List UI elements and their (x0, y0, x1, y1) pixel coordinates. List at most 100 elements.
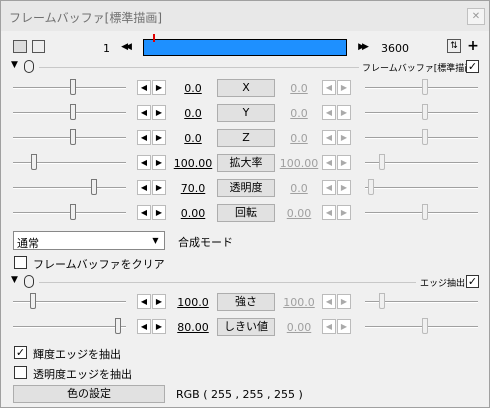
luma-edge-checkbox[interactable]: ✓ (14, 346, 27, 359)
left-slider-thumb[interactable] (31, 154, 37, 170)
increment-button[interactable]: ▶ (152, 105, 166, 120)
left-slider-thumb[interactable] (30, 293, 36, 309)
end-value[interactable]: 0.00 (279, 321, 319, 334)
param-mode-button[interactable]: X (217, 79, 275, 97)
decrement-button[interactable]: ◀ (137, 319, 151, 334)
edge_params-row: ◀ ▶ 80.00 しきい値 0.00 ◀ ▶ (1, 316, 489, 338)
decrement-button[interactable]: ◀ (137, 80, 151, 95)
left-slider-thumb[interactable] (70, 104, 76, 120)
mouse-icon (24, 275, 34, 288)
left-slider-thumb[interactable] (70, 79, 76, 95)
increment-button[interactable]: ▶ (337, 105, 351, 120)
right-slider-thumb[interactable] (379, 154, 385, 170)
increment-button[interactable]: ▶ (152, 205, 166, 220)
decrement-button[interactable]: ◀ (322, 80, 336, 95)
increment-button[interactable]: ▶ (152, 130, 166, 145)
param-mode-button[interactable]: Z (217, 129, 275, 147)
preview-icon[interactable] (32, 40, 45, 53)
increment-button[interactable]: ▶ (152, 155, 166, 170)
left-slider-thumb[interactable] (115, 318, 121, 334)
right-slider-thumb[interactable] (422, 79, 428, 95)
end-value[interactable]: 0.0 (279, 107, 319, 120)
start-value[interactable]: 100.0 (173, 296, 213, 309)
increment-button[interactable]: ▶ (152, 294, 166, 309)
title-bar: フレームバッファ[標準描画] ✕ (1, 1, 489, 31)
left-slider-thumb[interactable] (91, 179, 97, 195)
prev-frame-button[interactable]: ◀◀ (116, 39, 134, 55)
decrement-button[interactable]: ◀ (137, 155, 151, 170)
effect-window: フレームバッファ[標準描画] ✕ 1 ◀◀ ▶▶ 3600 ⇅ + ▼ フレーム… (0, 0, 490, 408)
param-mode-button[interactable]: Y (217, 104, 275, 122)
param-mode-button[interactable]: しきい値 (217, 318, 275, 336)
decrement-button[interactable]: ◀ (322, 180, 336, 195)
increment-button[interactable]: ▶ (152, 180, 166, 195)
decrement-button[interactable]: ◀ (322, 294, 336, 309)
clear-framebuffer-checkbox[interactable] (14, 256, 27, 269)
end-value[interactable]: 0.0 (279, 182, 319, 195)
end-value[interactable]: 0.0 (279, 132, 319, 145)
decrement-button[interactable]: ◀ (137, 205, 151, 220)
params-row: ◀ ▶ 0.0 X 0.0 ◀ ▶ (1, 77, 489, 99)
left-slider-thumb[interactable] (70, 204, 76, 220)
alpha-edge-label: 透明度エッジを抽出 (33, 368, 132, 381)
decrement-button[interactable]: ◀ (137, 180, 151, 195)
start-value[interactable]: 80.00 (173, 321, 213, 334)
increment-button[interactable]: ▶ (337, 294, 351, 309)
start-value[interactable]: 0.0 (173, 107, 213, 120)
increment-button[interactable]: ▶ (337, 205, 351, 220)
section-label: エッジ抽出 (420, 279, 466, 289)
next-frame-button[interactable]: ▶▶ (353, 39, 371, 55)
end-value[interactable]: 0.00 (279, 207, 319, 220)
increment-button[interactable]: ▶ (152, 319, 166, 334)
start-value[interactable]: 100.00 (173, 157, 213, 170)
collapse-icon[interactable]: ▼ (11, 60, 18, 70)
param-mode-button[interactable]: 透明度 (217, 179, 275, 197)
timeline-cursor[interactable] (153, 34, 155, 42)
end-value[interactable]: 0.0 (279, 82, 319, 95)
increment-button[interactable]: ▶ (337, 80, 351, 95)
decrement-button[interactable]: ◀ (137, 105, 151, 120)
timeline-bar[interactable] (143, 39, 347, 56)
close-button[interactable]: ✕ (467, 8, 485, 25)
increment-button[interactable]: ▶ (152, 80, 166, 95)
decrement-button[interactable]: ◀ (322, 105, 336, 120)
section-enable-checkbox[interactable]: ✓ (466, 60, 479, 73)
decrement-button[interactable]: ◀ (322, 319, 336, 334)
right-slider-thumb[interactable] (379, 293, 385, 309)
blend-mode-label: 合成モード (178, 236, 233, 249)
color-settings-button[interactable]: 色の設定 (13, 385, 165, 403)
increment-button[interactable]: ▶ (337, 319, 351, 334)
end-value[interactable]: 100.0 (279, 296, 319, 309)
param-mode-button[interactable]: 拡大率 (217, 154, 275, 172)
blend-mode-select[interactable]: 通常 ▼ (13, 231, 165, 250)
decrement-button[interactable]: ◀ (322, 205, 336, 220)
add-icon[interactable]: + (466, 39, 480, 53)
start-value[interactable]: 0.0 (173, 82, 213, 95)
left-slider-thumb[interactable] (70, 129, 76, 145)
right-slider-thumb[interactable] (422, 318, 428, 334)
decrement-button[interactable]: ◀ (322, 130, 336, 145)
param-mode-button[interactable]: 回転 (217, 204, 275, 222)
right-slider-thumb[interactable] (422, 129, 428, 145)
increment-button[interactable]: ▶ (337, 180, 351, 195)
start-value[interactable]: 0.00 (173, 207, 213, 220)
param-mode-button[interactable]: 強さ (217, 293, 275, 311)
start-value[interactable]: 0.0 (173, 132, 213, 145)
increment-button[interactable]: ▶ (337, 155, 351, 170)
end-value[interactable]: 100.00 (279, 157, 319, 170)
right-slider-thumb[interactable] (422, 104, 428, 120)
params-row: ◀ ▶ 0.00 回転 0.00 ◀ ▶ (1, 202, 489, 224)
edge_params-row: ◀ ▶ 100.0 強さ 100.0 ◀ ▶ (1, 291, 489, 313)
start-value[interactable]: 70.0 (173, 182, 213, 195)
increment-button[interactable]: ▶ (337, 130, 351, 145)
sync-icon[interactable]: ⇅ (447, 39, 461, 53)
decrement-button[interactable]: ◀ (137, 294, 151, 309)
right-slider-thumb[interactable] (422, 204, 428, 220)
camera-icon[interactable] (13, 40, 27, 53)
alpha-edge-checkbox[interactable] (14, 366, 27, 379)
right-slider-thumb[interactable] (368, 179, 374, 195)
decrement-button[interactable]: ◀ (322, 155, 336, 170)
decrement-button[interactable]: ◀ (137, 130, 151, 145)
section-enable-checkbox[interactable]: ✓ (466, 275, 479, 288)
collapse-icon[interactable]: ▼ (11, 275, 18, 285)
